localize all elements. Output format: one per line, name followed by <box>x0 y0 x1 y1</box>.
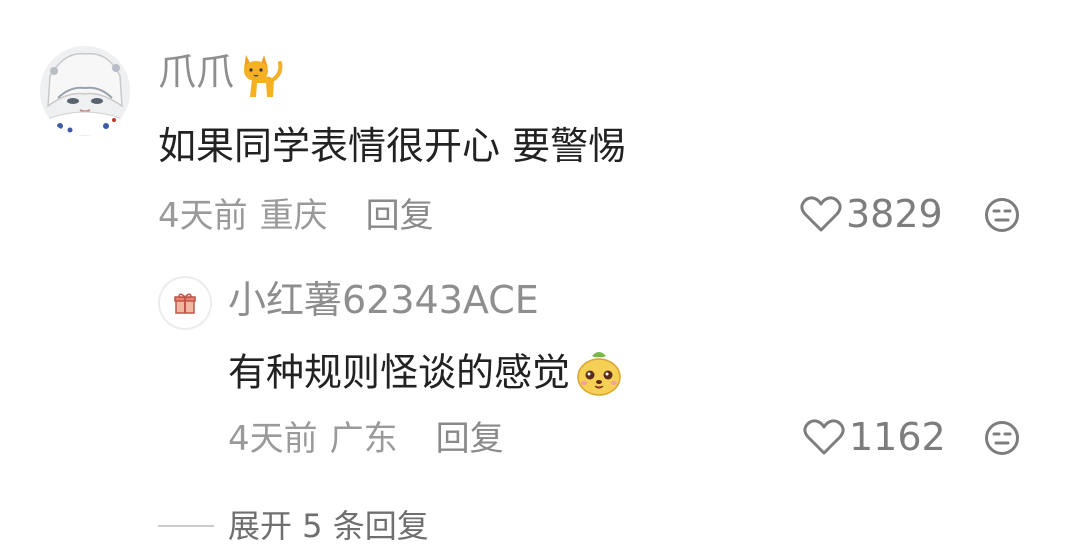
gift-icon <box>174 293 196 314</box>
anime-avatar-image <box>40 46 130 136</box>
username-text: 爪爪 <box>158 50 235 94</box>
reply-text-container: 有种规则怪谈的感觉 <box>228 348 624 402</box>
reply-dislike-button[interactable] <box>984 420 1020 460</box>
dislike-button[interactable] <box>984 197 1020 237</box>
avatar[interactable] <box>40 46 130 136</box>
reply-location: 广东 <box>329 419 398 459</box>
reply-meta: 4天前 广东 回复 <box>228 419 504 459</box>
reply-like-count: 1162 <box>849 415 946 459</box>
reply-button[interactable]: 回复 <box>366 196 434 236</box>
comment-meta: 4天前 重庆 回复 <box>158 196 434 236</box>
like-count: 3829 <box>846 192 943 236</box>
neutral-face-icon <box>985 421 1019 455</box>
like-button[interactable]: 3829 <box>800 192 943 236</box>
divider-line <box>158 525 214 527</box>
expand-replies-button[interactable]: 展开 5 条回复 <box>158 506 429 546</box>
reply-username[interactable]: 小红薯62343ACE <box>228 278 539 322</box>
expand-replies-label: 展开 5 条回复 <box>228 507 429 545</box>
neutral-face-icon <box>985 198 1019 232</box>
reply-time: 4天前 <box>228 419 318 459</box>
dog-face-emoji-icon <box>570 348 624 402</box>
reply-avatar[interactable] <box>158 276 212 330</box>
reply-like-button[interactable]: 1162 <box>803 415 946 459</box>
comment-text: 如果同学表情很开心 要警惕 <box>158 124 627 168</box>
heart-icon <box>803 419 845 455</box>
cat-emoji-icon <box>234 49 284 100</box>
comment-location: 重庆 <box>259 196 328 236</box>
heart-icon <box>800 196 842 232</box>
reply-to-reply-button[interactable]: 回复 <box>436 419 504 459</box>
reply-text: 有种规则怪谈的感觉 <box>228 350 571 395</box>
comment-time: 4天前 <box>158 196 248 236</box>
comment-username[interactable]: 爪爪 <box>158 49 284 100</box>
